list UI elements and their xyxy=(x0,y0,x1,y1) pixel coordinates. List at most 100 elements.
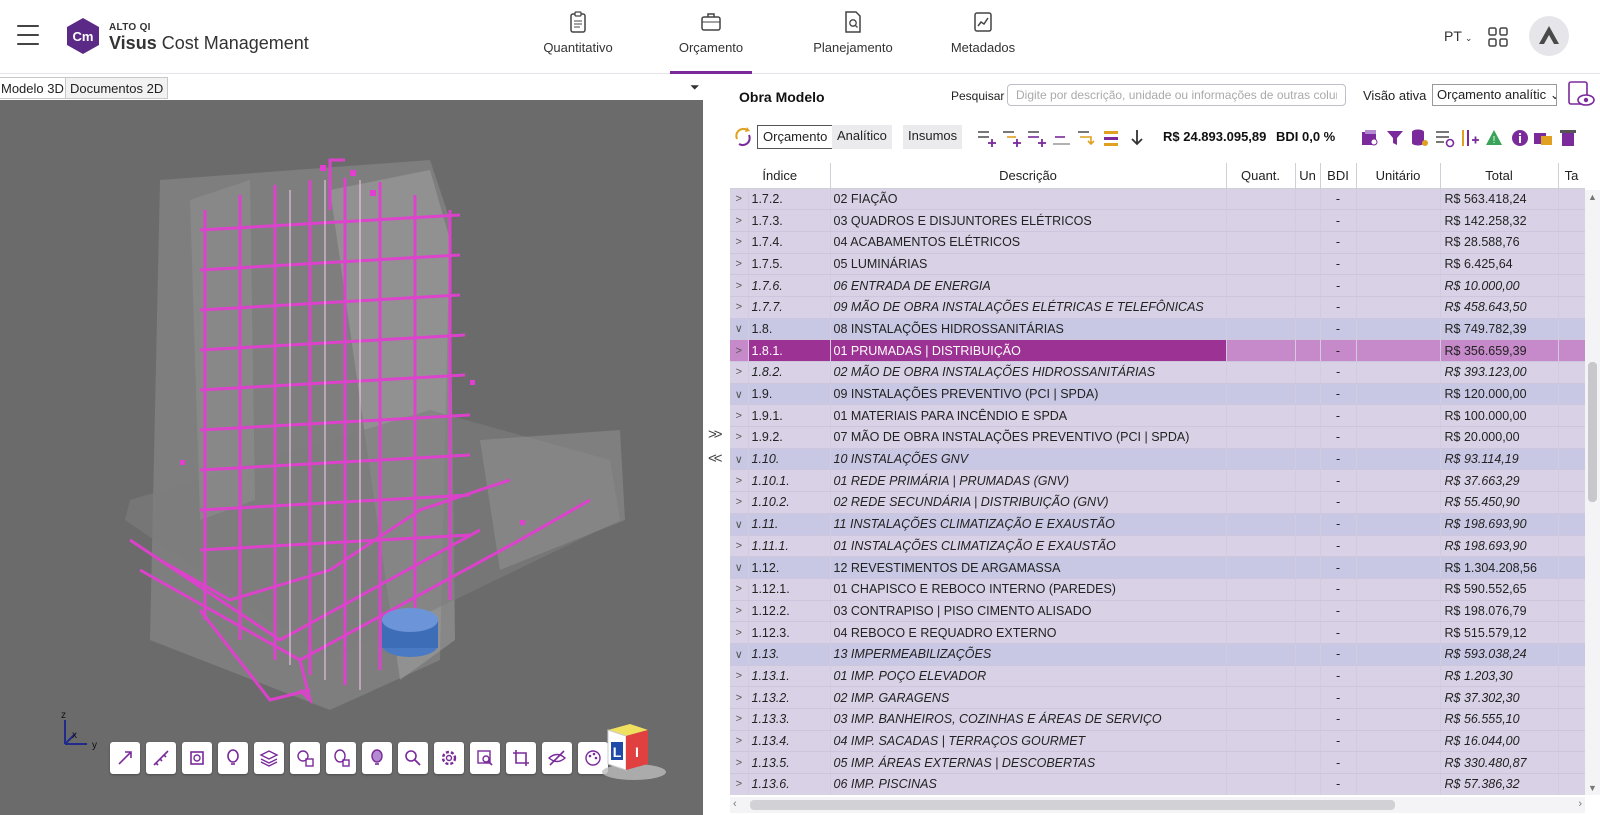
col-un[interactable]: Un xyxy=(1295,163,1321,189)
delete-icon[interactable] xyxy=(1558,128,1578,148)
table-row[interactable]: >1.13.4. 04 IMP. SACADAS | TERRAÇOS GOURM… xyxy=(730,730,1585,753)
table-row[interactable]: >1.13.6. 06 IMP. PISCINAS - R$ 57.386,32 xyxy=(730,773,1585,795)
expand-toggle-icon[interactable]: > xyxy=(730,708,749,731)
segment-insumos[interactable]: Insumos xyxy=(903,125,963,149)
measure-icon[interactable] xyxy=(146,742,176,774)
active-view-select[interactable]: Orçamento analític ⌄ xyxy=(1432,84,1557,106)
expand-toggle-icon[interactable]: > xyxy=(730,296,749,319)
warning-add-icon[interactable]: ! xyxy=(1485,128,1505,148)
expand-toggle-icon[interactable]: > xyxy=(730,404,749,428)
table-row[interactable]: ∨ 1.10. 10 INSTALAÇÕES GNV - R$ 93.114,19 xyxy=(730,448,1585,471)
database-icon[interactable] xyxy=(1410,128,1430,148)
scroll-right-icon[interactable]: › xyxy=(1578,798,1582,810)
language-selector[interactable]: PT ⌄ xyxy=(1444,28,1472,44)
crop-icon[interactable] xyxy=(506,742,536,774)
add-column-icon[interactable] xyxy=(1460,128,1480,148)
expand-toggle-icon[interactable]: > xyxy=(730,578,749,601)
col-descricao[interactable]: Descrição xyxy=(830,163,1227,189)
tab-documentos-2d[interactable]: Documentos 2D xyxy=(65,77,169,99)
vertical-scroll-thumb[interactable] xyxy=(1588,362,1597,502)
table-row[interactable]: >1.7.4. 04 ACABAMENTOS ELÉTRICOS - R$ 28.58… xyxy=(730,231,1585,254)
segment-orcamento[interactable]: Orçamento xyxy=(757,125,834,149)
col-unitario[interactable]: Unitário xyxy=(1356,163,1441,189)
col-ta[interactable]: Ta xyxy=(1558,163,1585,189)
view-cube-icon[interactable]: L I xyxy=(598,720,668,782)
add-subitem-icon[interactable] xyxy=(1002,128,1022,148)
collapse-left-button[interactable]: << xyxy=(708,450,722,467)
move-into-icon[interactable] xyxy=(1077,128,1097,148)
expand-toggle-icon[interactable]: ∨ xyxy=(730,513,749,536)
table-row[interactable]: >1.7.2. 02 FIAÇÃO - R$ 563.418,24 xyxy=(730,188,1585,211)
expand-toggle-icon[interactable]: > xyxy=(730,274,749,297)
table-row[interactable]: >1.11.1. 01 INSTALAÇÕES CLIMATIZAÇÃO E EX… xyxy=(730,535,1585,558)
col-bdi[interactable]: BDI xyxy=(1320,163,1357,189)
table-row[interactable]: >1.9.2. 07 MÃO DE OBRA INSTALAÇÕES PREVEN… xyxy=(730,426,1585,449)
export-icon[interactable] xyxy=(1533,128,1553,148)
table-row[interactable]: ∨ 1.9. 09 INSTALAÇÕES PREVENTIVO (PCI | SP… xyxy=(730,383,1585,406)
col-quant[interactable]: Quant. xyxy=(1226,163,1296,189)
expand-toggle-icon[interactable]: > xyxy=(730,188,749,211)
expand-toggle-icon[interactable]: > xyxy=(730,773,749,795)
expand-toggle-icon[interactable]: > xyxy=(730,600,749,623)
col-total[interactable]: Total xyxy=(1440,163,1559,189)
expand-toggle-icon[interactable]: > xyxy=(730,361,749,384)
expand-toggle-icon[interactable]: > xyxy=(730,686,749,709)
avatar[interactable] xyxy=(1529,16,1569,56)
expand-toggle-icon[interactable]: > xyxy=(730,253,749,276)
settings-icon[interactable] xyxy=(434,742,464,774)
tab-quantitativo[interactable]: Quantitativo xyxy=(534,0,622,74)
add-item-icon[interactable] xyxy=(977,128,997,148)
table-row[interactable]: >1.10.1. 01 REDE PRIMÁRIA | PRUMADAS (GNV… xyxy=(730,469,1585,493)
list-settings-icon[interactable] xyxy=(1435,128,1455,148)
table-row[interactable]: ∨ 1.8. 08 INSTALAÇÕES HIDROSSANITÁRIAS - R$ … xyxy=(730,318,1585,341)
expand-toggle-icon[interactable]: > xyxy=(730,751,749,775)
bulb-icon[interactable] xyxy=(362,742,392,774)
table-row[interactable]: ∨ 1.12. 12 REVESTIMENTOS DE ARGAMASSA - R$ 1… xyxy=(730,556,1585,579)
hide-icon[interactable] xyxy=(542,742,572,774)
expand-toggle-icon[interactable]: ∨ xyxy=(730,448,749,471)
layers-icon[interactable] xyxy=(254,742,284,774)
refresh-icon[interactable] xyxy=(732,126,754,148)
reorder-icon[interactable] xyxy=(1102,128,1122,148)
tab-planejamento[interactable]: Planejamento xyxy=(806,0,900,74)
expand-toggle-icon[interactable]: ∨ xyxy=(730,643,749,666)
expand-toggle-icon[interactable]: > xyxy=(730,469,749,493)
scroll-up-icon[interactable]: ▲ xyxy=(1588,192,1597,202)
zoom-window-icon[interactable] xyxy=(470,742,500,774)
table-row[interactable]: ∨ 1.11. 11 INSTALAÇÕES CLIMATIZAÇÃO E EXAU… xyxy=(730,513,1585,536)
table-row[interactable]: >1.12.3. 04 REBOCO E REQUADRO EXTERNO - R$ … xyxy=(730,621,1585,644)
view-settings-icon[interactable] xyxy=(1566,80,1596,110)
tab-orcamento[interactable]: Orçamento xyxy=(670,0,752,74)
isolate-icon[interactable] xyxy=(326,742,356,774)
floors-icon[interactable] xyxy=(290,742,320,774)
info-icon[interactable] xyxy=(1510,128,1530,148)
table-row[interactable]: ∨ 1.13. 13 IMPERMEABILIZAÇÕES - R$ 593.038,2… xyxy=(730,643,1585,666)
scroll-left-icon[interactable]: ‹ xyxy=(733,798,737,810)
table-row[interactable]: >1.10.2. 02 REDE SECUNDÁRIA | DISTRIBUIÇÃ… xyxy=(730,491,1585,514)
arrow-down-icon[interactable] xyxy=(1127,128,1147,148)
add-child-icon[interactable] xyxy=(1027,128,1047,148)
segment-analitico[interactable]: Analítico xyxy=(832,125,892,149)
expand-toggle-icon[interactable]: > xyxy=(730,491,749,514)
expand-toggle-icon[interactable]: ∨ xyxy=(730,318,749,341)
expand-toggle-icon[interactable]: > xyxy=(730,231,749,254)
3d-viewport[interactable]: z x y L I xyxy=(0,100,703,815)
filter-icon[interactable] xyxy=(1385,128,1405,148)
table-row[interactable]: >1.8.2. 02 MÃO DE OBRA INSTALAÇÕES HIDROS… xyxy=(730,361,1585,384)
highlight-icon[interactable] xyxy=(218,742,248,774)
scroll-down-icon[interactable]: ▼ xyxy=(1588,783,1597,793)
col-indice[interactable]: Índice xyxy=(730,163,831,189)
table-row[interactable]: >1.7.3. 03 QUADROS E DISJUNTORES ELÉTRICO… xyxy=(730,209,1585,232)
expand-right-button[interactable]: >> xyxy=(708,426,722,443)
expand-toggle-icon[interactable]: ∨ xyxy=(730,383,749,406)
tab-metadados[interactable]: Metadados xyxy=(948,0,1018,74)
table-row[interactable]: >1.12.1. 01 CHAPISCO E REBOCO INTERNO (PA… xyxy=(730,578,1585,601)
table-row[interactable]: >1.8.1. 01 PRUMADAS | DISTRIBUIÇÃO - R$ 356… xyxy=(730,339,1585,362)
expand-toggle-icon[interactable]: ∨ xyxy=(730,556,749,579)
horizontal-scrollbar[interactable]: ‹ › xyxy=(730,797,1585,813)
remove-item-icon[interactable] xyxy=(1052,128,1072,148)
table-row[interactable]: >1.7.7. 09 MÃO DE OBRA INSTALAÇÕES ELÉTRI… xyxy=(730,296,1585,319)
apps-grid-icon[interactable] xyxy=(1488,27,1508,47)
search-input[interactable] xyxy=(1007,84,1346,106)
table-row[interactable]: >1.12.2. 03 CONTRAPISO | PISO CIMENTO ALI… xyxy=(730,600,1585,623)
